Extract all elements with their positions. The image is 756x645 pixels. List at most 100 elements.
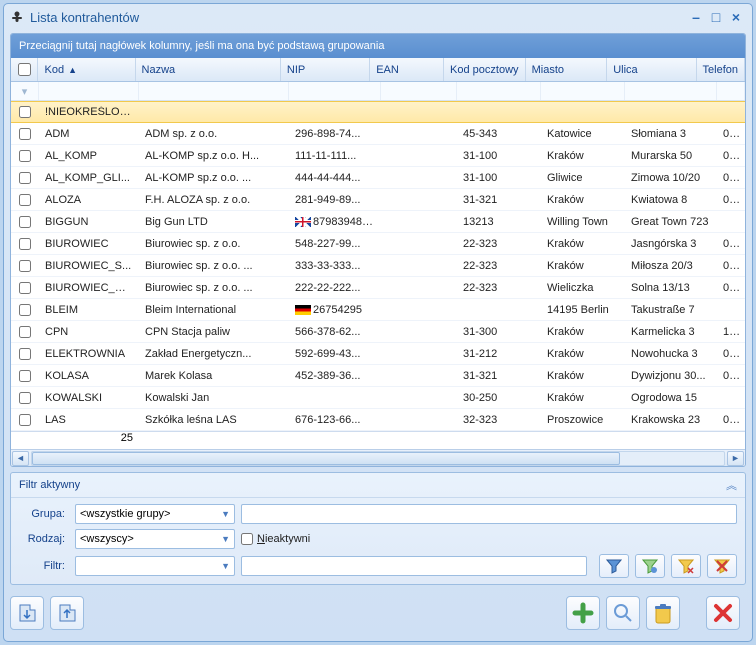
titlebar[interactable]: Lista kontrahentów – □ × [4,4,752,30]
table-row[interactable]: !NIEOKREŚLONY! [11,101,745,123]
column-check[interactable] [11,58,38,81]
cell-nazwa: Big Gun LTD [139,216,289,228]
cell-chk [11,414,39,426]
grupa-combo[interactable]: <wszystkie grupy>▼ [75,504,235,524]
table-row[interactable]: AL_KOMP_GLI...AL-KOMP sp.z o.o. ...444-4… [11,167,745,189]
column-nazwa[interactable]: Nazwa [136,58,281,81]
filtr-combo[interactable]: ▼ [75,556,235,576]
collapse-icon[interactable]: ︽ [726,477,737,493]
row-checkbox[interactable] [19,106,31,118]
table-row[interactable]: KOWALSKIKowalski Jan30-250KrakówOgrodowa… [11,387,745,409]
row-checkbox[interactable] [19,194,31,206]
column-ulica[interactable]: Ulica [607,58,696,81]
column-kod[interactable]: Kod▲ [38,58,135,81]
group-by-bar[interactable]: Przeciągnij tutaj nagłówek kolumny, jeśl… [11,34,745,58]
cell-chk [11,348,39,360]
column-miasto[interactable]: Miasto [526,58,608,81]
cell-miasto: Willing Town [541,216,625,228]
grid-body[interactable]: !NIEOKREŚLONY!ADMADM sp. z o.o.296-898-7… [11,101,745,431]
rodzaj-combo[interactable]: <wszyscy>▼ [75,529,235,549]
row-checkbox[interactable] [19,260,31,272]
row-checkbox[interactable] [19,370,31,382]
cell-pocz: 22-323 [457,238,541,250]
add-button[interactable] [566,596,600,630]
table-row[interactable]: KOLASAMarek Kolasa452-389-36...31-321Kra… [11,365,745,387]
filter-panel-header[interactable]: Filtr aktywny ︽ [11,473,745,498]
row-checkbox[interactable] [19,304,31,316]
row-checkbox[interactable] [19,172,31,184]
row-checkbox[interactable] [19,348,31,360]
scroll-thumb[interactable] [32,452,620,465]
maximize-button[interactable]: □ [706,9,726,25]
remove-filter-button[interactable] [707,554,737,578]
column-telefon[interactable]: Telefon [697,58,745,81]
cell-ulica: Solna 13/13 [625,282,717,294]
cell-nazwa: AL-KOMP sp.z o.o. ... [139,172,289,184]
de-flag-icon [295,305,311,315]
grid-panel: Przeciągnij tutaj nagłówek kolumny, jeśl… [10,33,746,467]
table-row[interactable]: ELEKTROWNIAZakład Energetyczn...592-699-… [11,343,745,365]
filter-funnel-icon[interactable]: ▾ [11,82,39,100]
filter-panel: Filtr aktywny ︽ Grupa: <wszystkie grupy>… [10,472,746,585]
scroll-right-button[interactable]: ► [727,451,744,466]
column-nip[interactable]: NIP [281,58,370,81]
cell-nip: 548-227-99... [289,238,381,250]
table-row[interactable]: BIGGUNBig Gun LTD879839482...13213Willin… [11,211,745,233]
cell-chk [11,106,39,118]
select-all-checkbox[interactable] [18,63,31,76]
table-row[interactable]: AL_KOMPAL-KOMP sp.z o.o. H...111-11-111.… [11,145,745,167]
row-checkbox[interactable] [19,238,31,250]
rodzaj-label: Rodzaj: [19,533,69,545]
cell-ulica: Nowohucka 3 [625,348,717,360]
cell-tel: 035 234-4... [717,128,745,140]
grupa-text[interactable] [241,504,737,524]
close-button[interactable]: × [726,9,746,25]
filter-builder-button[interactable] [635,554,665,578]
table-row[interactable]: BIUROWIEC_S...Biurowiec sp. z o.o. ...33… [11,255,745,277]
cell-nip: 676-123-66... [289,414,381,426]
apply-filter-button[interactable] [599,554,629,578]
minimize-button[interactable]: – [686,9,706,25]
table-row[interactable]: ALOZAF.H. ALOZA sp. z o.o.281-949-89...3… [11,189,745,211]
auto-filter-row[interactable]: ▾ [11,82,745,101]
close-window-button[interactable] [706,596,740,630]
cell-chk [11,282,39,294]
horizontal-scrollbar[interactable]: ◄ ► [11,449,745,466]
filtr-input-extension[interactable] [241,556,587,576]
table-row[interactable]: BIUROWIEC_W...Biurowiec sp. z o.o. ...22… [11,277,745,299]
cell-kod: LAS [39,414,139,426]
table-row[interactable]: BLEIMBleim International2675429514195 Be… [11,299,745,321]
table-row[interactable]: BIUROWIECBiurowiec sp. z o.o.548-227-99.… [11,233,745,255]
row-checkbox[interactable] [19,128,31,140]
summary-count: 25 [39,432,139,449]
row-checkbox[interactable] [19,216,31,228]
row-checkbox[interactable] [19,414,31,426]
cell-tel: 012 413-2... [717,370,745,382]
row-checkbox[interactable] [19,282,31,294]
column-ean[interactable]: EAN [370,58,444,81]
search-button[interactable] [606,596,640,630]
cell-chk [11,194,39,206]
row-checkbox[interactable] [19,150,31,162]
nieaktywni-checkbox[interactable]: Nieaktywni [241,533,310,545]
table-row[interactable]: ADMADM sp. z o.o.296-898-74...45-343Kato… [11,123,745,145]
import-button[interactable] [50,596,84,630]
cell-nip: 444-44-444... [289,172,381,184]
table-row[interactable]: CPNCPN Stacja paliw566-378-62...31-300Kr… [11,321,745,343]
row-checkbox[interactable] [19,392,31,404]
column-kod-pocztowy[interactable]: Kod pocztowy [444,58,526,81]
cell-nip: 26754295 [289,304,381,316]
export-button[interactable] [10,596,44,630]
cell-miasto: Kraków [541,326,625,338]
table-row[interactable]: LASSzkółka leśna LAS676-123-66...32-323P… [11,409,745,431]
cell-chk [11,304,39,316]
cell-chk [11,326,39,338]
delete-button[interactable] [646,596,680,630]
clear-filter-button[interactable] [671,554,701,578]
cell-nip: 452-389-36... [289,370,381,382]
row-checkbox[interactable] [19,326,31,338]
scroll-track[interactable] [31,451,725,466]
cell-chk [11,260,39,272]
scroll-left-button[interactable]: ◄ [12,451,29,466]
cell-ulica: Kwiatowa 8 [625,194,717,206]
